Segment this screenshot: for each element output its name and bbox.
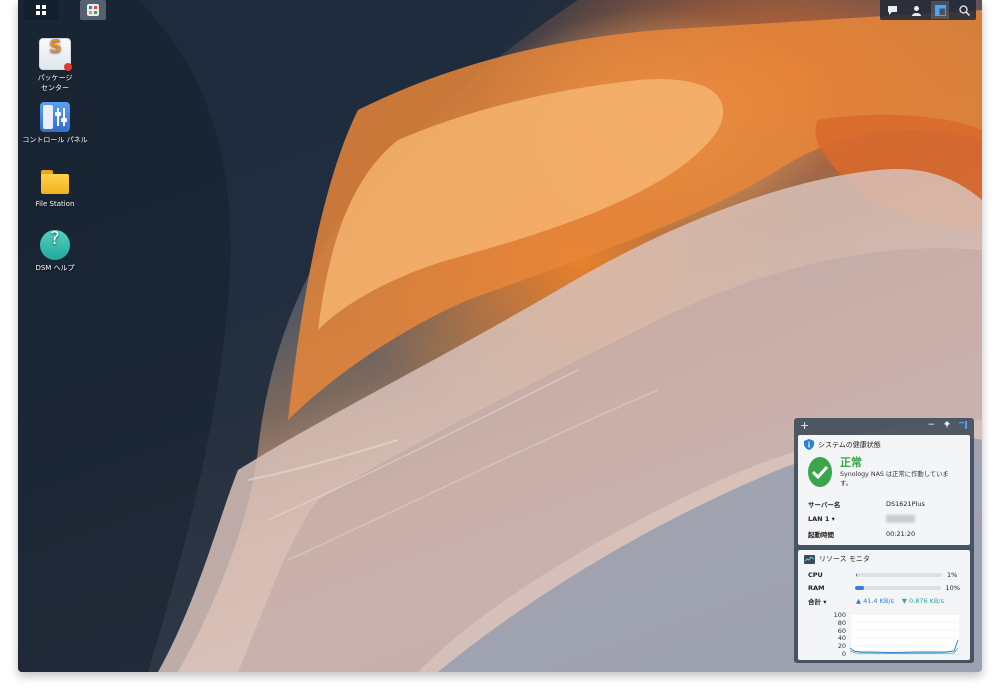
- collapse-panel-icon[interactable]: [959, 421, 968, 429]
- control-panel-label: コントロール パネル: [22, 136, 88, 144]
- health-status: 正常: [840, 456, 862, 469]
- cpu-row: CPU 1%: [808, 570, 958, 579]
- download-rate: ▼ 0.876 KB/s: [901, 596, 944, 605]
- network-row: 合計 ▾ ▲ 41.4 KB/s ▼ 0.876 KB/s: [798, 594, 970, 607]
- taskbar-app-button[interactable]: [80, 0, 106, 20]
- uptime-label: 起動時間: [808, 530, 834, 539]
- chart-plot: [850, 614, 960, 655]
- resource-monitor-card: リソース モニタ CPU 1% RAM 10% 合計 ▾ ▲ 41.4 KB/s…: [798, 550, 970, 660]
- add-widget-button[interactable]: +: [800, 419, 809, 432]
- package-center-label: パッケージ センター: [37, 74, 73, 92]
- server-name-value: DS1621Plus: [886, 499, 925, 508]
- ram-row: RAM 10%: [808, 583, 960, 592]
- widgets-icon[interactable]: [931, 1, 949, 19]
- main-menu-icon: [36, 5, 46, 15]
- lan-selector[interactable]: LAN 1 ▾: [808, 515, 886, 523]
- total-selector[interactable]: 合計 ▾: [808, 596, 856, 606]
- health-title: システムの健康状態: [818, 440, 881, 449]
- ram-percent: 10%: [945, 583, 960, 592]
- cpu-percent: 1%: [947, 570, 958, 579]
- dsm-help-label: DSM ヘルプ: [35, 264, 75, 272]
- server-name-label: サーバー名: [808, 500, 841, 509]
- taskbar-left: [24, 0, 106, 20]
- user-icon[interactable]: [907, 1, 925, 19]
- package-center-icon: S: [39, 38, 72, 71]
- lan-ip-value: ███████: [886, 514, 915, 523]
- uptime-value: 00:21:20: [886, 529, 916, 538]
- ram-bar: [855, 585, 941, 590]
- pin-icon[interactable]: [943, 421, 951, 429]
- dsm-help-shortcut[interactable]: ? DSM ヘルプ: [18, 230, 95, 273]
- resource-title: リソース モニタ: [819, 555, 870, 563]
- search-icon[interactable]: [955, 1, 973, 19]
- widget-header: + −: [794, 418, 974, 432]
- file-station-label: File Station: [35, 200, 75, 208]
- package-center-shortcut[interactable]: S パッケージ センター: [18, 38, 95, 93]
- resource-monitor-icon: [804, 554, 815, 564]
- file-station-icon: [40, 166, 70, 196]
- cpu-bar: [856, 572, 942, 577]
- minimize-button[interactable]: −: [927, 420, 935, 430]
- widget-panel: + − システムの健康状態 正常 Synology NAS は正常に作動していま…: [794, 418, 974, 663]
- app-window-icon: [87, 4, 99, 16]
- control-panel-icon: [40, 102, 70, 132]
- shield-info-icon: [804, 439, 814, 450]
- network-chart: 100 80 60 40 20 0: [828, 611, 966, 658]
- upload-rate: ▲ 41.4 KB/s: [856, 596, 894, 605]
- help-icon: ?: [40, 230, 70, 260]
- file-station-shortcut[interactable]: File Station: [18, 166, 95, 209]
- taskbar-right: [880, 0, 976, 20]
- main-menu-button[interactable]: [24, 0, 58, 20]
- health-status-desc: Synology NAS は正常に作動しています。: [840, 471, 949, 487]
- status-ok-icon: [808, 457, 832, 487]
- chat-icon[interactable]: [883, 1, 901, 19]
- chart-y-ticks: 100 80 60 40 20 0: [833, 611, 846, 658]
- control-panel-shortcut[interactable]: コントロール パネル: [18, 102, 95, 145]
- system-health-card: システムの健康状態 正常 Synology NAS は正常に作動しています。 サ…: [798, 435, 970, 545]
